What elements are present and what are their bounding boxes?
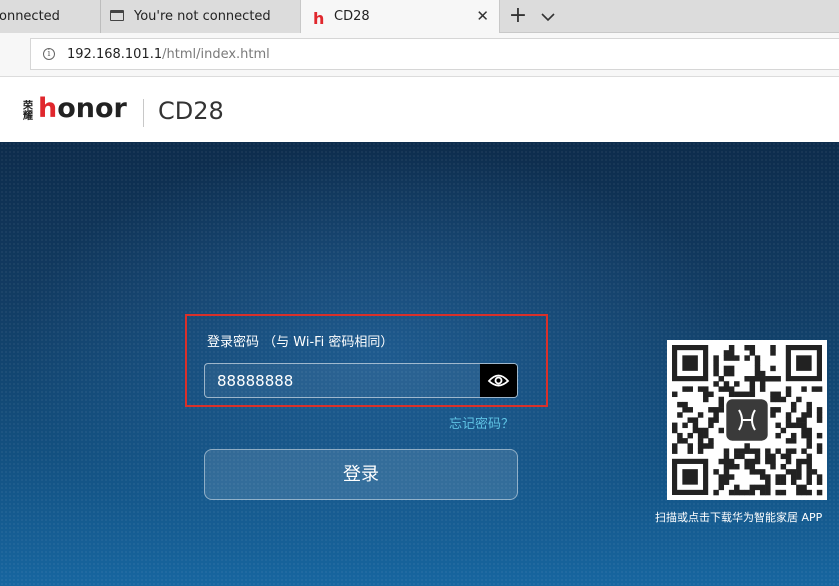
login-panel: 登录密码 （与 Wi-Fi 密码相同） 忘记密码？ 登录 扫描或点击下载华为智能… xyxy=(0,142,839,586)
tab-not-connected[interactable]: You're not connected xyxy=(101,0,301,33)
url-text: 192.168.101.1/html/index.html xyxy=(67,47,270,62)
qr-caption[interactable]: 扫描或点击下载华为智能家居 APP xyxy=(655,509,822,525)
eye-icon[interactable] xyxy=(480,364,517,397)
address-bar: i 192.168.101.1/html/index.html xyxy=(0,33,839,77)
honor-favicon: h xyxy=(313,9,325,28)
tab-label: You're not connected xyxy=(134,9,271,24)
tab-previous[interactable]: onnected xyxy=(0,0,101,33)
forgot-password-link[interactable]: 忘记密码？ xyxy=(449,413,514,432)
password-field xyxy=(204,363,518,398)
plus-icon[interactable]: + xyxy=(507,0,529,33)
honor-logo: honor xyxy=(38,93,127,124)
qr-code[interactable] xyxy=(667,340,827,500)
logo-letter: h xyxy=(38,93,58,124)
site-header: 荣耀 honor CD28 xyxy=(0,77,839,142)
password-label: 登录密码 （与 Wi-Fi 密码相同） xyxy=(207,335,394,350)
header-divider xyxy=(143,99,144,127)
url-path: /html/index.html xyxy=(162,47,270,62)
model-name: CD28 xyxy=(158,97,224,125)
url-host: 192.168.101.1 xyxy=(67,47,163,62)
tab-label: CD28 xyxy=(334,9,370,24)
tab-cd28[interactable]: h CD28 ✕ xyxy=(300,0,500,34)
tab-strip: onnected You're not connected h CD28 ✕ + xyxy=(0,0,839,34)
page-icon xyxy=(110,10,124,21)
url-input[interactable]: i 192.168.101.1/html/index.html xyxy=(30,38,839,70)
info-icon[interactable]: i xyxy=(43,48,55,60)
honor-logo-cn: 荣耀 xyxy=(23,101,33,122)
password-input[interactable] xyxy=(205,364,481,397)
tab-label: onnected xyxy=(0,9,60,24)
logo-rest: onor xyxy=(57,93,127,124)
chevron-down-icon[interactable] xyxy=(537,6,559,28)
login-button[interactable]: 登录 xyxy=(204,449,518,500)
close-icon[interactable]: ✕ xyxy=(476,0,489,33)
